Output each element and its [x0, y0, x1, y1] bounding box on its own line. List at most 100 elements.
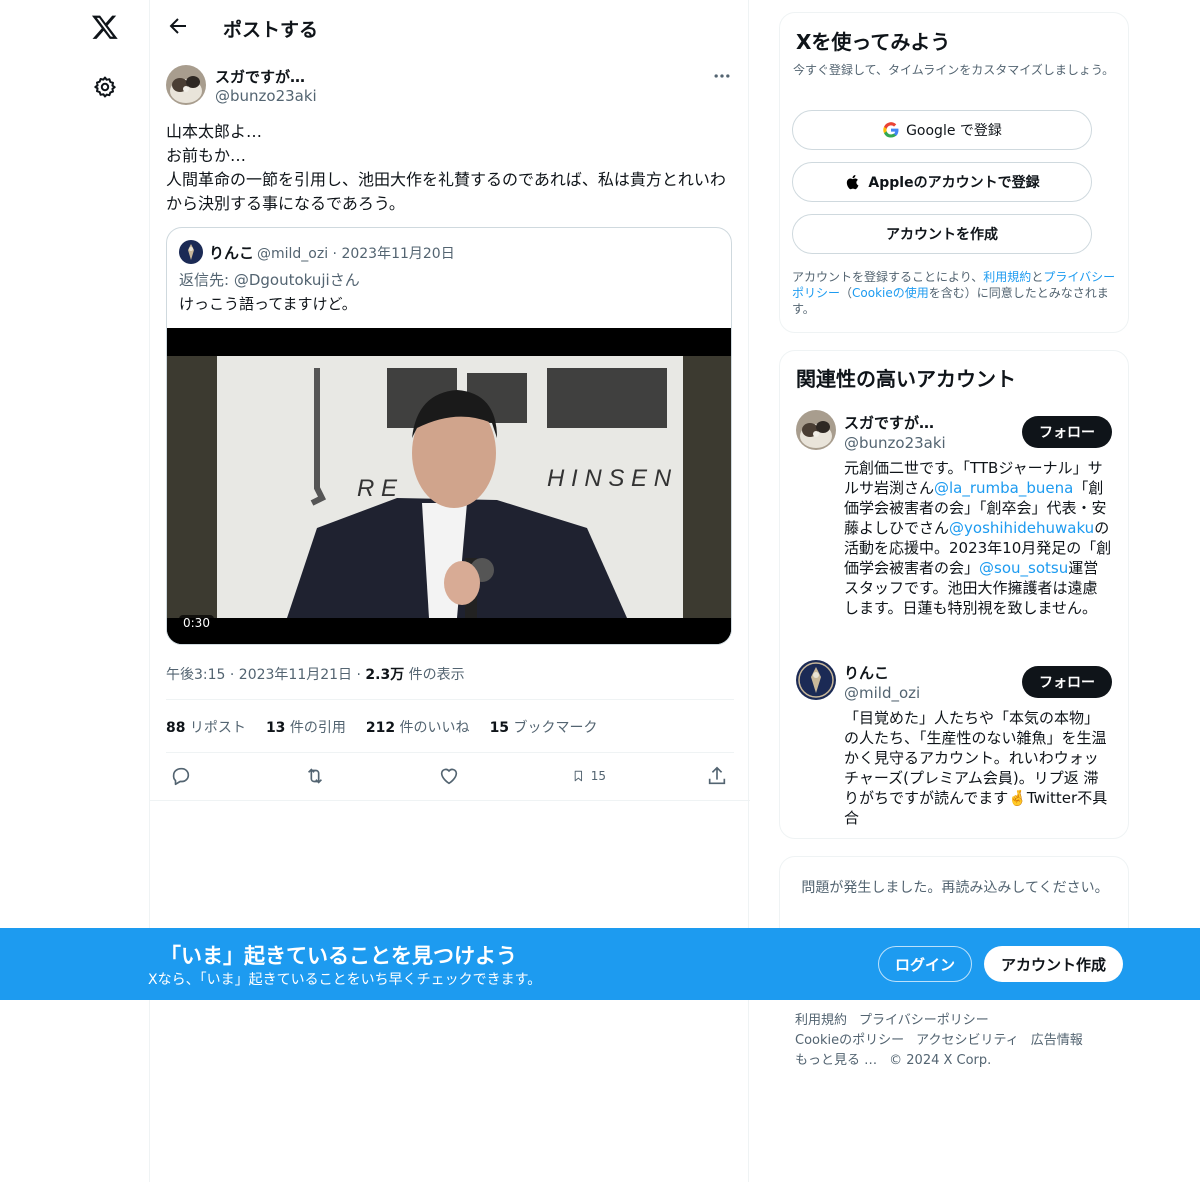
signup-banner: 「いま」起きていることを見つけよう Xなら、「いま」起きていることをいち早くチェ… [0, 928, 1200, 1000]
views-label: 件の表示 [404, 667, 465, 683]
stat-quotes[interactable]: 13 件の引用 [266, 717, 346, 737]
stat-count: 212 [365, 720, 396, 736]
google-signup-label: Google で登録 [906, 123, 1002, 139]
reply-button[interactable] [170, 763, 204, 789]
signup-title: Xを使ってみよう [796, 30, 951, 54]
apple-icon [847, 174, 859, 190]
main-column: ポストする スガですが… @bunzo23aki 山本太郎よ… お前もか… 人間… [149, 0, 750, 1182]
bookmark-icon [574, 770, 583, 782]
share-button[interactable] [706, 763, 740, 789]
quote-reply-info: 返信先: @Dgoutokujiさん [179, 269, 360, 290]
bio-mention-link[interactable]: @yoshihidehuwaku [949, 519, 1094, 537]
legal-text: （ [840, 286, 853, 300]
stat-label: 件のいいね [395, 720, 470, 736]
account-avatar[interactable] [796, 660, 836, 700]
footer-link-terms[interactable]: 利用規約 [795, 1013, 847, 1028]
repost-button[interactable] [304, 763, 338, 789]
author-name[interactable]: スガですが… [215, 66, 305, 87]
gear-icon[interactable] [89, 71, 121, 103]
heart-icon [440, 768, 458, 785]
signup-description: 今すぐ登録して、タイムラインをカスタマイズしましょう。 [793, 63, 1115, 77]
account-name[interactable]: スガですが… [844, 412, 934, 433]
more-options-icon[interactable] [710, 66, 734, 86]
quote-text: けっこう語ってますけど。 [179, 295, 357, 313]
stat-reposts[interactable]: 88 リポスト [166, 717, 246, 737]
account-name[interactable]: りんこ [844, 662, 889, 683]
related-accounts-card: 関連性の高いアカウント スガですが… @bunzo23aki フォロー 元創価二… [779, 350, 1129, 839]
banner-title: 「いま」起きていることを見つけよう [160, 944, 517, 968]
tweet-time[interactable]: 午後3:15 · 2023年11月21日 · [166, 667, 365, 683]
like-button[interactable] [438, 763, 472, 789]
account-bio: 元創価二世です。「TTBジャーナル」サルサ岩渕さん@la_rumba_buena… [844, 458, 1112, 618]
quote-author-avatar[interactable] [179, 240, 203, 264]
views-count: 2.3万 [365, 667, 405, 683]
follow-button[interactable]: フォロー [1022, 416, 1112, 448]
signup-legal-text: アカウントを登録することにより、利用規約とプライバシーポリシー（Cookieの使… [792, 269, 1122, 317]
video-player[interactable]: R E H I N S E N 0:30 [167, 328, 731, 644]
author-avatar[interactable] [166, 65, 206, 105]
share-icon [708, 766, 726, 785]
quoted-tweet[interactable]: りんこ @mild_ozi · 2023年11月20日 返信先: @Dgouto… [166, 227, 732, 645]
login-button[interactable]: ログイン [878, 946, 972, 982]
related-title: 関連性の高いアカウント [796, 367, 1016, 391]
stat-likes[interactable]: 212 件のいいね [366, 717, 470, 737]
quote-author-name[interactable]: りんこ [209, 242, 254, 263]
cookie-link[interactable]: Cookieの使用 [852, 286, 929, 300]
stat-count: 13 [265, 720, 286, 736]
bookmark-count: 15 [590, 769, 606, 783]
footer-link-privacy[interactable]: プライバシーポリシー [859, 1013, 989, 1028]
legal-text: アカウントを登録することにより、 [792, 270, 984, 284]
footer-links: 利用規約 プライバシーポリシー Cookieのポリシー アクセシビリティ 広告情報 も… [795, 1011, 1115, 1071]
create-account-label: アカウントを作成 [886, 227, 998, 243]
account-handle[interactable]: @mild_ozi [844, 684, 920, 702]
stat-label: リポスト [185, 720, 246, 736]
bio-mention-link[interactable]: @la_rumba_buena [934, 479, 1073, 497]
reply-to-handle[interactable]: @Dgoutokujiさん [234, 271, 360, 289]
page-header: ポストする [150, 0, 750, 53]
repost-icon [307, 768, 323, 784]
stat-label: 件の引用 [285, 720, 346, 736]
account-handle[interactable]: @bunzo23aki [844, 434, 946, 452]
video-frame: R E H I N S E N [167, 328, 731, 644]
divider [166, 699, 734, 700]
engagement-stats: 88 リポスト 13 件の引用 212 件のいいね 15 ブックマーク [166, 717, 598, 737]
stat-count: 88 [166, 720, 186, 736]
signup-card: Xを使ってみよう 今すぐ登録して、タイムラインをカスタマイズしましょう。 Goo… [779, 12, 1129, 333]
author-handle[interactable]: @bunzo23aki [215, 87, 317, 105]
page-title: ポストする [223, 19, 319, 41]
tweet-text: 山本太郎よ… お前もか… 人間革命の一節を引用し、池田大作を礼賛するのであれば、… [166, 122, 726, 213]
create-account-button[interactable]: アカウントを作成 [792, 214, 1092, 254]
google-icon [883, 122, 899, 138]
svg-text:R E: R E [357, 475, 398, 502]
stat-bookmarks[interactable]: 15 ブックマーク [490, 717, 598, 737]
reply-prefix: 返信先: [179, 271, 234, 289]
svg-text:H I N S E N: H I N S E N [547, 465, 672, 492]
x-logo-icon[interactable] [89, 11, 121, 43]
reply-icon [172, 767, 190, 786]
bookmark-button[interactable]: 15 [572, 763, 606, 789]
video-duration: 0:30 [179, 615, 214, 631]
tweet-timestamp[interactable]: 午後3:15 · 2023年11月21日 · 2.3万 件の表示 [166, 664, 465, 684]
error-message: 問題が発生しました。再読み込みしてください。 [801, 880, 1109, 896]
divider [166, 752, 734, 753]
terms-link[interactable]: 利用規約 [983, 270, 1031, 284]
footer-link-accessibility[interactable]: アクセシビリティ [916, 1033, 1019, 1048]
follow-button[interactable]: フォロー [1022, 666, 1112, 698]
google-signup-button[interactable]: Google で登録 [792, 110, 1092, 150]
divider [150, 800, 750, 801]
banner-create-account-button[interactable]: アカウント作成 [984, 946, 1123, 982]
stat-count: 15 [489, 720, 510, 736]
stat-label: ブックマーク [509, 720, 598, 736]
back-arrow-icon[interactable] [166, 14, 190, 38]
footer-link-more[interactable]: もっと見る … [795, 1053, 877, 1068]
account-avatar[interactable] [796, 410, 836, 450]
account-bio: 「目覚めた」人たちや「本気の本物」の人たち、「生産性のない雑魚」を生温かく見守る… [844, 709, 1108, 827]
bio-mention-link[interactable]: @sou_sotsu [979, 559, 1068, 577]
banner-subtitle: Xなら、「いま」起きていることをいち早くチェックできます。 [148, 972, 542, 988]
legal-text: と [1031, 270, 1044, 284]
footer-link-ads[interactable]: 広告情報 [1031, 1033, 1083, 1048]
quote-handle-date: @mild_ozi · 2023年11月20日 [257, 246, 455, 262]
apple-signup-button[interactable]: Appleのアカウントで登録 [792, 162, 1092, 202]
footer-link-cookie[interactable]: Cookieのポリシー [795, 1033, 904, 1048]
apple-signup-label: Appleのアカウントで登録 [868, 175, 1040, 191]
